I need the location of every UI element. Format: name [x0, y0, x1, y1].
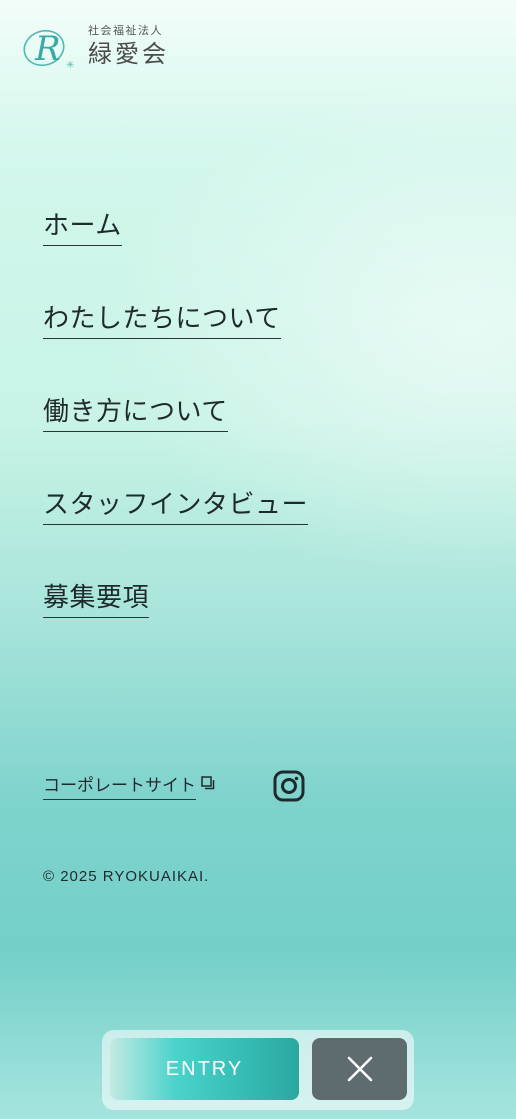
- close-menu-button[interactable]: [312, 1038, 407, 1100]
- org-name: 緑愛会: [88, 40, 169, 68]
- corporate-site-link[interactable]: コーポレートサイト: [43, 773, 215, 800]
- corporate-site-label: コーポレートサイト: [43, 773, 196, 800]
- org-type-label: 社会福祉法人: [88, 24, 163, 37]
- footer-links: コーポレートサイト: [43, 770, 305, 802]
- svg-text:✳: ✳: [66, 60, 74, 71]
- bottom-action-bar: ENTRY: [102, 1030, 414, 1110]
- svg-text:R: R: [34, 29, 61, 69]
- instagram-link[interactable]: [273, 770, 305, 802]
- nav-item-home: ホーム: [43, 208, 308, 301]
- nav-link-staff-interview[interactable]: スタッフインタビュー: [43, 487, 309, 525]
- nav-link-home[interactable]: ホーム: [43, 208, 122, 246]
- nav-link-work-style[interactable]: 働き方について: [43, 394, 228, 432]
- site-logo[interactable]: R ✳ 社会福祉法人 緑愛会: [20, 24, 169, 72]
- nav-item-about: わたしたちについて: [43, 301, 308, 394]
- entry-button-label: ENTRY: [165, 1057, 244, 1080]
- nav-item-staff-interview: スタッフインタビュー: [43, 487, 309, 580]
- main-nav: ホーム わたしたちについて 働き方について スタッフインタビュー 募集要項: [43, 208, 309, 673]
- external-link-icon: [201, 776, 215, 790]
- close-icon: [347, 1056, 372, 1082]
- logo-mark-icon: R ✳: [23, 29, 74, 71]
- nav-link-recruitment[interactable]: 募集要項: [43, 580, 150, 618]
- entry-button[interactable]: ENTRY: [110, 1038, 299, 1100]
- nav-item-recruitment: 募集要項: [43, 580, 308, 673]
- instagram-icon: [273, 770, 305, 802]
- copyright-text: © 2025 RYOKUAIKAI.: [43, 868, 210, 885]
- nav-item-work-style: 働き方について: [43, 394, 308, 487]
- nav-link-about[interactable]: わたしたちについて: [43, 301, 281, 339]
